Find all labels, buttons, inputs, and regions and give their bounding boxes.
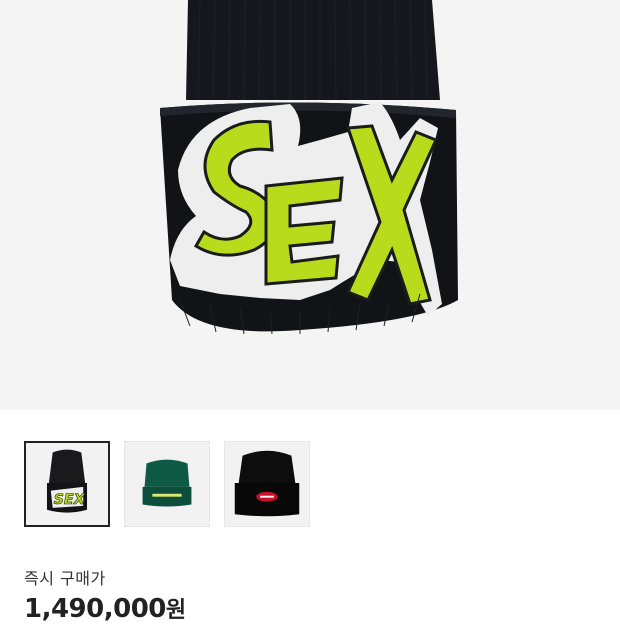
beanie-black-sex-thumb: SEX	[46, 449, 88, 513]
thumbnail-1[interactable]: SEX	[24, 441, 110, 527]
beanie-green-thumb	[142, 459, 192, 507]
product-image	[0, 0, 620, 410]
svg-text:SEX: SEX	[54, 492, 86, 508]
thumbnail-strip: SEX	[24, 441, 310, 529]
thumbnail-3[interactable]	[224, 441, 310, 527]
purchase-price-label: 즉시 구매가	[24, 569, 106, 588]
price-unit: 원	[165, 598, 186, 623]
purchase-price: 1,490,000원	[24, 592, 186, 624]
thumbnail-2[interactable]	[124, 441, 210, 527]
beanie-black-lips-thumb	[234, 450, 300, 517]
beanie-main-photo	[160, 0, 458, 335]
